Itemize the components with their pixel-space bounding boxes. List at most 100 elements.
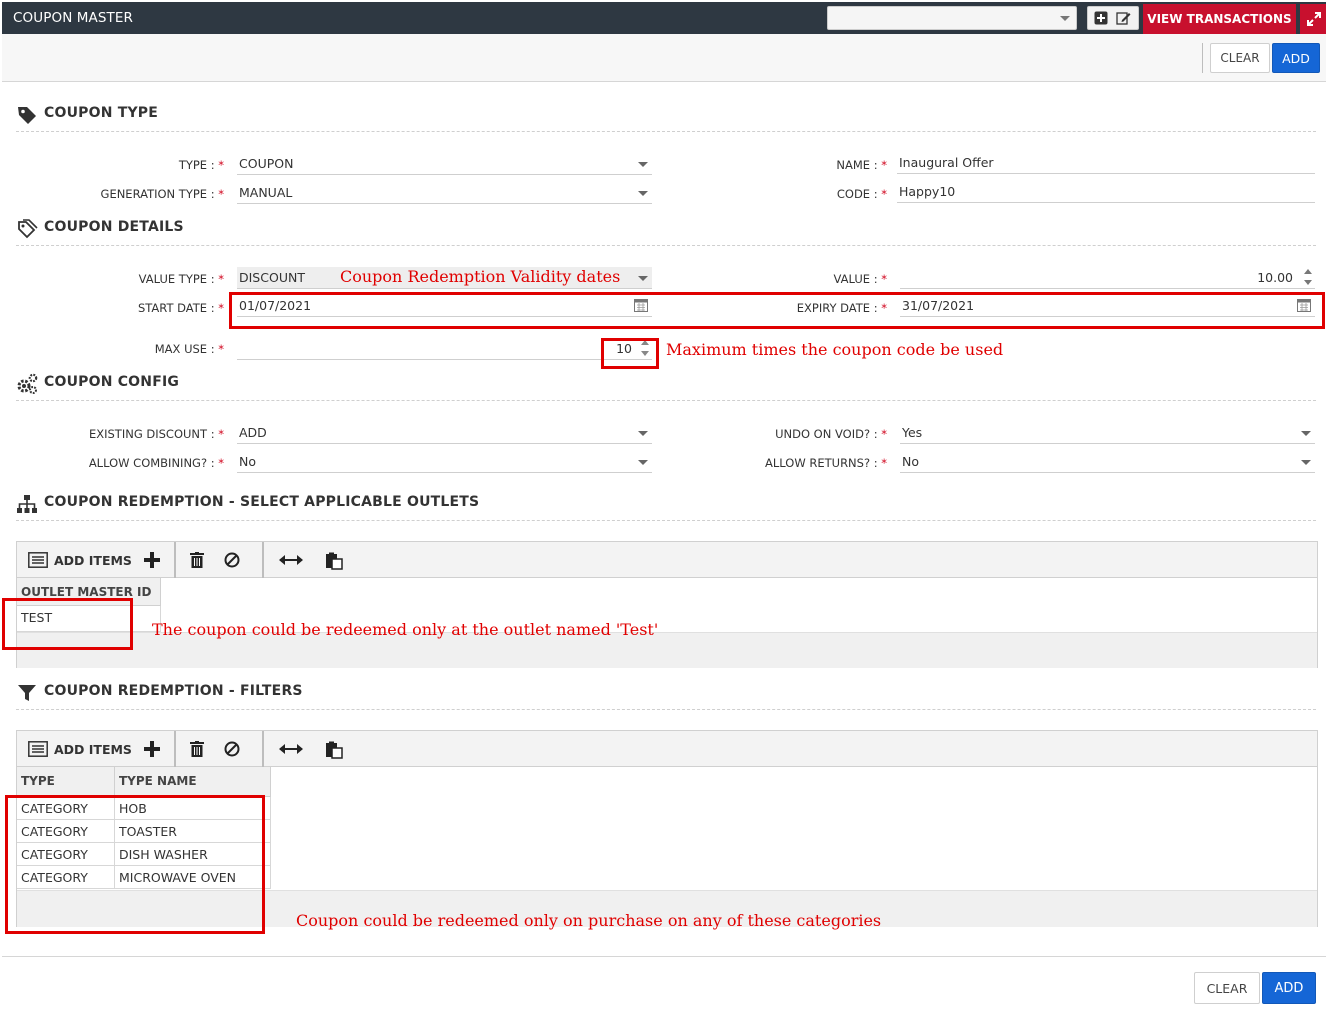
undo-on-void-label: UNDO ON VOID? : * xyxy=(775,427,887,441)
add-items-label: ADD ITEMS xyxy=(54,741,132,757)
bottom-action-bar: CLEAR ADD xyxy=(2,956,1326,1018)
trash-icon[interactable] xyxy=(190,741,204,757)
filter-grid-toolbar: ADD ITEMS xyxy=(17,731,1317,767)
window-title: COUPON MASTER xyxy=(13,10,133,26)
annotation-max-use: Maximum times the coupon code be used xyxy=(666,340,1004,359)
gears-icon xyxy=(17,373,38,394)
chevron-down-icon xyxy=(638,431,648,436)
chevron-down-icon xyxy=(1301,460,1311,465)
allow-returns-label: ALLOW RETURNS? : * xyxy=(765,456,887,470)
add-items-button[interactable]: ADD ITEMS xyxy=(28,542,160,578)
generation-type-select[interactable]: MANUAL xyxy=(237,182,652,204)
annotation-categories: Coupon could be redeemed only on purchas… xyxy=(296,911,882,930)
section-title-coupon-config: COUPON CONFIG xyxy=(44,374,180,390)
add-button-bottom[interactable]: ADD xyxy=(1262,972,1316,1004)
chevron-down-icon xyxy=(638,191,648,196)
cancel-icon[interactable] xyxy=(224,552,240,568)
max-use-input[interactable]: 10 xyxy=(237,338,652,360)
code-value: Happy10 xyxy=(899,184,956,199)
allow-returns-value: No xyxy=(902,454,919,469)
tags-icon xyxy=(18,219,38,239)
section-divider xyxy=(16,245,1316,246)
filter-grid-header-type[interactable]: TYPE xyxy=(17,767,115,797)
add-button-top[interactable]: ADD xyxy=(1272,43,1320,73)
type-label: TYPE : * xyxy=(178,158,224,172)
sitemap-icon xyxy=(17,495,37,513)
cancel-icon[interactable] xyxy=(224,741,240,757)
section-title-coupon-type: COUPON TYPE xyxy=(44,105,159,121)
name-label: NAME : * xyxy=(836,158,887,172)
chevron-down-icon xyxy=(1060,16,1070,21)
name-value: Inaugural Offer xyxy=(899,155,994,170)
generation-type-value: MANUAL xyxy=(239,185,293,200)
toolbar-separator xyxy=(174,542,176,578)
clear-button-bottom[interactable]: CLEAR xyxy=(1194,972,1260,1004)
start-date-label: START DATE : * xyxy=(138,301,224,315)
name-input[interactable]: Inaugural Offer xyxy=(897,152,1315,174)
code-label: CODE : * xyxy=(836,187,887,201)
title-bar: COUPON MASTER VIEW TRANSACTIONS xyxy=(2,2,1326,34)
generation-type-label: GENERATION TYPE : * xyxy=(100,187,224,201)
undo-on-void-select[interactable]: Yes xyxy=(900,422,1315,444)
type-select[interactable]: COUPON xyxy=(237,153,652,175)
paste-icon[interactable] xyxy=(325,741,343,759)
section-divider xyxy=(16,400,1316,401)
type-value: COUPON xyxy=(239,156,294,171)
title-icon-group xyxy=(1087,6,1139,30)
section-title-coupon-details: COUPON DETAILS xyxy=(44,219,184,235)
trash-icon[interactable] xyxy=(190,552,204,568)
action-bar: CLEAR ADD xyxy=(2,34,1326,82)
annotation-box-max-use xyxy=(601,338,659,369)
resize-horizontal-icon[interactable] xyxy=(279,554,303,566)
value-input[interactable]: 10.00 xyxy=(900,267,1315,289)
paste-icon[interactable] xyxy=(325,552,343,570)
allow-returns-select[interactable]: No xyxy=(900,451,1315,473)
section-title-outlets: COUPON REDEMPTION - SELECT APPLICABLE OU… xyxy=(44,494,480,510)
list-icon xyxy=(28,552,48,568)
chevron-down-icon xyxy=(638,460,648,465)
annotation-box-categories xyxy=(5,795,265,934)
edit-icon[interactable] xyxy=(1116,11,1131,25)
section-title-filters: COUPON REDEMPTION - FILTERS xyxy=(44,683,303,699)
expand-button[interactable] xyxy=(1300,4,1326,34)
annotation-outlet: The coupon could be redeemed only at the… xyxy=(152,620,659,639)
value-label: VALUE : * xyxy=(833,272,887,286)
section-divider xyxy=(16,131,1316,132)
value-type-label: VALUE TYPE : * xyxy=(138,272,224,286)
toolbar-separator xyxy=(262,542,264,578)
section-divider xyxy=(16,709,1316,710)
allow-combining-label: ALLOW COMBINING? : * xyxy=(88,456,224,470)
code-input[interactable]: Happy10 xyxy=(897,181,1315,203)
toolbar-separator xyxy=(174,731,176,767)
existing-discount-value: ADD xyxy=(239,425,267,440)
expand-icon xyxy=(1307,12,1321,26)
clear-button-top[interactable]: CLEAR xyxy=(1210,43,1270,73)
toolbar-separator xyxy=(262,731,264,767)
add-items-button[interactable]: ADD ITEMS xyxy=(28,731,160,767)
existing-discount-select[interactable]: ADD xyxy=(237,422,652,444)
allow-combining-value: No xyxy=(239,454,256,469)
max-use-label: MAX USE : * xyxy=(154,342,224,356)
value-type-value: DISCOUNT xyxy=(239,270,305,285)
resize-horizontal-icon[interactable] xyxy=(279,743,303,755)
list-icon xyxy=(28,741,48,757)
add-items-label: ADD ITEMS xyxy=(54,552,132,568)
plus-icon xyxy=(143,552,160,568)
annotation-box-dates xyxy=(229,292,1325,329)
tag-icon xyxy=(18,107,36,124)
filter-grid-header-type-name[interactable]: TYPE NAME xyxy=(115,767,271,797)
record-select[interactable] xyxy=(827,6,1077,30)
undo-on-void-value: Yes xyxy=(902,425,923,440)
existing-discount-label: EXISTING DISCOUNT : * xyxy=(88,427,224,441)
spinner-icon[interactable] xyxy=(1303,267,1313,287)
allow-combining-select[interactable]: No xyxy=(237,451,652,473)
filter-icon xyxy=(18,685,36,701)
view-transactions-button[interactable]: VIEW TRANSACTIONS xyxy=(1143,4,1296,34)
value-value: 10.00 xyxy=(1257,270,1293,285)
annotation-validity: Coupon Redemption Validity dates xyxy=(340,267,621,286)
chevron-down-icon xyxy=(1301,431,1311,436)
plus-icon xyxy=(143,741,160,757)
outlet-grid-toolbar: ADD ITEMS xyxy=(17,542,1317,578)
chevron-down-icon xyxy=(638,276,648,281)
add-square-icon[interactable] xyxy=(1094,11,1108,25)
